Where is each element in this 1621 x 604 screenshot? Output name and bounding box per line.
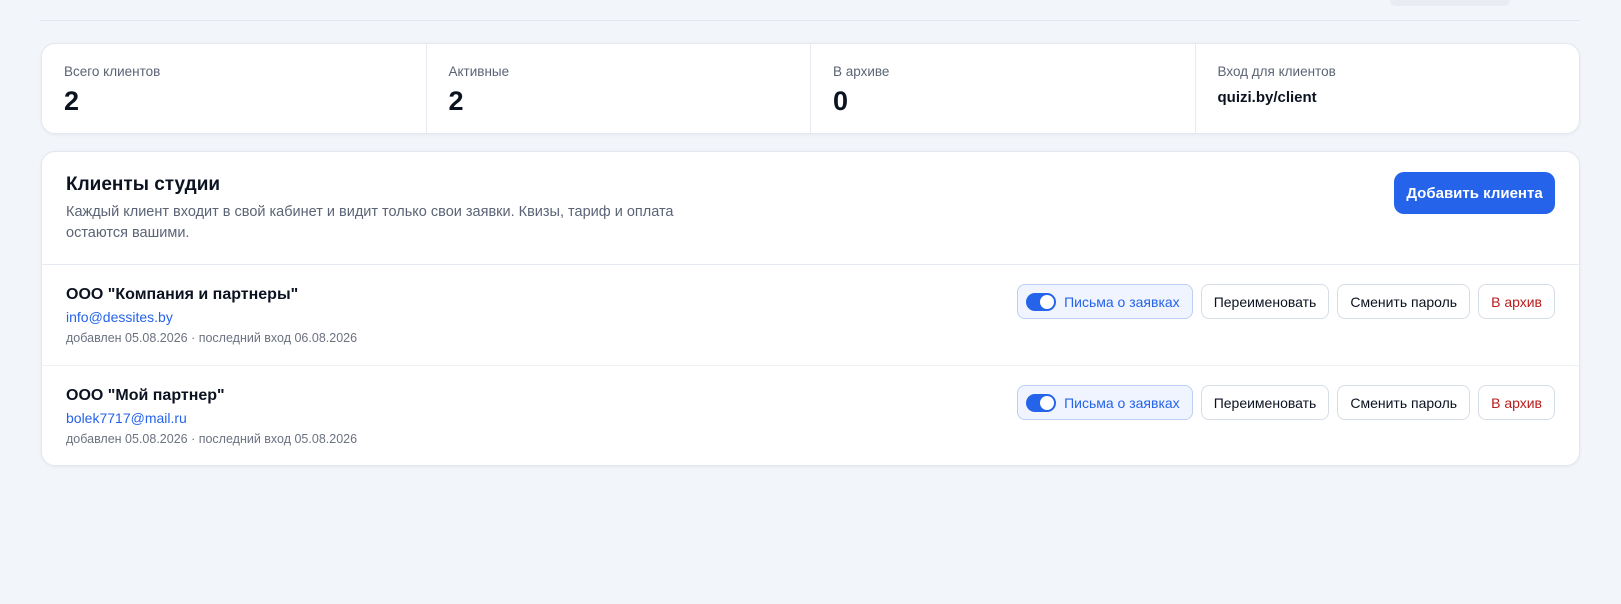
stat-active-clients: Активные 2 <box>427 44 811 133</box>
stat-label: Всего клиентов <box>64 64 161 79</box>
client-actions: Письма о заявках Переименовать Сменить п… <box>1017 385 1555 420</box>
stat-value: 2 <box>64 86 80 116</box>
header-divider <box>40 20 1580 21</box>
clients-panel: Клиенты студии Каждый клиент входит в св… <box>41 151 1580 466</box>
stat-total-clients: Всего клиентов 2 <box>42 44 427 133</box>
toggle-label: Письма о заявках <box>1064 293 1180 310</box>
stat-label: Вход для клиентов <box>1217 64 1336 79</box>
clients-title: Клиенты студии <box>66 174 221 195</box>
top-bar-remnant <box>1390 0 1510 6</box>
stat-value: 2 <box>448 86 464 116</box>
client-meta: добавлен 05.08.2026 · последний вход 05.… <box>66 432 358 446</box>
toggle-switch-icon[interactable] <box>1026 292 1057 311</box>
stat-archived-clients: В архиве 0 <box>811 44 1196 133</box>
archive-button[interactable]: В архив <box>1478 284 1555 319</box>
client-login-url: quizi.by/client <box>1217 89 1317 106</box>
rename-button[interactable]: Переименовать <box>1200 385 1330 420</box>
add-client-button[interactable]: Добавить клиента <box>1394 172 1555 214</box>
stat-client-login: Вход для клиентов quizi.by/client <box>1196 44 1580 133</box>
change-password-button[interactable]: Сменить пароль <box>1337 385 1471 420</box>
toggle-label: Письма о заявках <box>1064 394 1180 411</box>
stat-label: Активные <box>448 64 510 79</box>
stat-value: 0 <box>833 86 849 116</box>
client-meta: добавлен 05.08.2026 · последний вход 06.… <box>66 331 358 345</box>
archive-button[interactable]: В архив <box>1478 385 1555 420</box>
stat-label: В архиве <box>833 64 890 79</box>
email-notifications-toggle[interactable]: Письма о заявках <box>1017 385 1193 420</box>
clients-description: Каждый клиент входит в свой кабинет и ви… <box>66 204 674 241</box>
toggle-switch-icon[interactable] <box>1026 393 1057 412</box>
client-actions: Письма о заявках Переименовать Сменить п… <box>1017 284 1555 319</box>
change-password-button[interactable]: Сменить пароль <box>1337 284 1471 319</box>
client-row: ООО "Мой партнер" bolek7717@mail.ru доба… <box>42 366 1579 465</box>
rename-button[interactable]: Переименовать <box>1200 284 1330 319</box>
stats-panel: Всего клиентов 2 Активные 2 В архиве 0 В… <box>41 43 1580 134</box>
email-notifications-toggle[interactable]: Письма о заявках <box>1017 284 1193 319</box>
client-row: ООО "Компания и партнеры" info@dessites.… <box>42 265 1579 366</box>
toggle-knob <box>1040 294 1055 309</box>
clients-header: Клиенты студии Каждый клиент входит в св… <box>42 152 1579 265</box>
toggle-knob <box>1040 395 1055 410</box>
